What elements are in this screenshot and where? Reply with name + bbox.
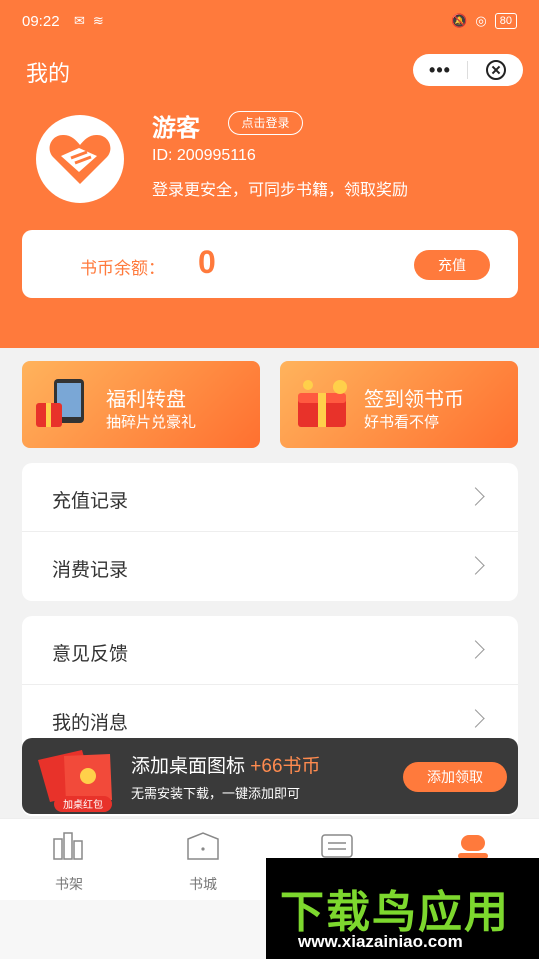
chevron-right-icon — [466, 709, 485, 728]
tab-bookstore[interactable]: 书城 — [158, 831, 248, 894]
profile-header: 09:22 ✉ ≋ 🔕 ◎ 80 我的 ••• 游客 点击登录 ID: 2009… — [0, 0, 539, 348]
red-envelope-icon: 加桌红包 — [38, 750, 112, 812]
login-button[interactable]: 点击登录 — [228, 111, 303, 135]
promo-subtitle: 抽碎片兑豪礼 — [106, 414, 197, 431]
coin-balance-label: 书币余额： — [80, 259, 165, 278]
battery-icon: 80 — [494, 13, 517, 29]
records-menu: 充值记录 消费记录 — [22, 463, 518, 601]
menu-item-label: 我的消息 — [52, 713, 129, 734]
menu-item-label: 充值记录 — [52, 491, 129, 512]
watermark-url: www.xiazainiao.com — [298, 932, 463, 951]
menu-item-consumption-records[interactable]: 消费记录 — [22, 532, 518, 601]
status-bar: 09:22 ✉ ≋ 🔕 ◎ 80 — [0, 0, 539, 44]
watermark: 下载鸟应用 www.xiazainiao.com — [266, 858, 539, 959]
recharge-button[interactable]: 充值 — [414, 250, 490, 280]
system-nav-area — [0, 900, 266, 959]
bookstore-icon — [187, 832, 219, 860]
book-heart-logo-icon — [49, 134, 111, 184]
add-to-desktop-toast: 加桌红包 添加桌面图标 +66书币 无需安装下载，一键添加即可 添加领取 — [22, 738, 518, 814]
user-id: ID: 200995116 — [152, 147, 256, 164]
toast-title-text: 添加桌面图标 — [131, 756, 246, 777]
close-button[interactable] — [468, 60, 523, 80]
page-title: 我的 — [26, 61, 71, 86]
mute-icon: 🔕 — [451, 13, 468, 28]
promo-title: 签到领书币 — [364, 389, 464, 411]
lucky-wheel-banner[interactable]: 福利转盘 抽碎片兑豪礼 — [22, 361, 260, 448]
menu-item-feedback[interactable]: 意见反馈 — [22, 616, 518, 685]
more-button[interactable]: ••• — [413, 60, 467, 81]
watermark-logo-text: 下载鸟应用 — [280, 888, 510, 937]
coin-balance-value: 0 — [198, 244, 216, 280]
avatar[interactable] — [36, 115, 124, 203]
tab-label: 书架 — [55, 876, 83, 892]
chevron-right-icon — [466, 487, 485, 506]
wifi-icon: ≋ — [92, 13, 104, 28]
gift-phone-icon — [36, 379, 84, 427]
toast-title: 添加桌面图标 +66书币 — [131, 751, 321, 778]
mini-program-capsule: ••• — [413, 54, 523, 86]
notification-icon: ✉ — [74, 13, 85, 28]
treasure-chest-icon — [298, 380, 347, 427]
toast-reward: +66书币 — [250, 756, 321, 777]
menu-item-label: 意见反馈 — [52, 644, 129, 665]
close-icon — [485, 60, 506, 80]
coin-balance-card: 书币余额： 0 充值 — [22, 230, 518, 298]
promo-title: 福利转盘 — [106, 389, 186, 411]
alarm-icon: ◎ — [475, 13, 487, 28]
chevron-right-icon — [466, 556, 485, 575]
tab-bookshelf[interactable]: 书架 — [24, 831, 114, 894]
status-time: 09:22 — [22, 13, 60, 30]
add-to-desktop-button[interactable]: 添加领取 — [403, 762, 507, 792]
menu-item-recharge-records[interactable]: 充值记录 — [22, 463, 518, 532]
bookshelf-icon — [53, 832, 83, 860]
profile-icon — [458, 835, 488, 859]
category-icon — [321, 834, 353, 858]
promo-subtitle: 好书看不停 — [364, 414, 440, 431]
toast-badge: 加桌红包 — [63, 798, 103, 811]
check-in-banner[interactable]: 签到领书币 好书看不停 — [280, 361, 518, 448]
chevron-right-icon — [466, 640, 485, 659]
tab-label: 书城 — [189, 876, 217, 892]
menu-item-label: 消费记录 — [52, 560, 129, 581]
toast-subtitle: 无需安装下载，一键添加即可 — [131, 786, 301, 801]
username: 游客 — [152, 115, 200, 142]
login-hint: 登录更安全，可同步书籍，领取奖励 — [152, 182, 409, 199]
